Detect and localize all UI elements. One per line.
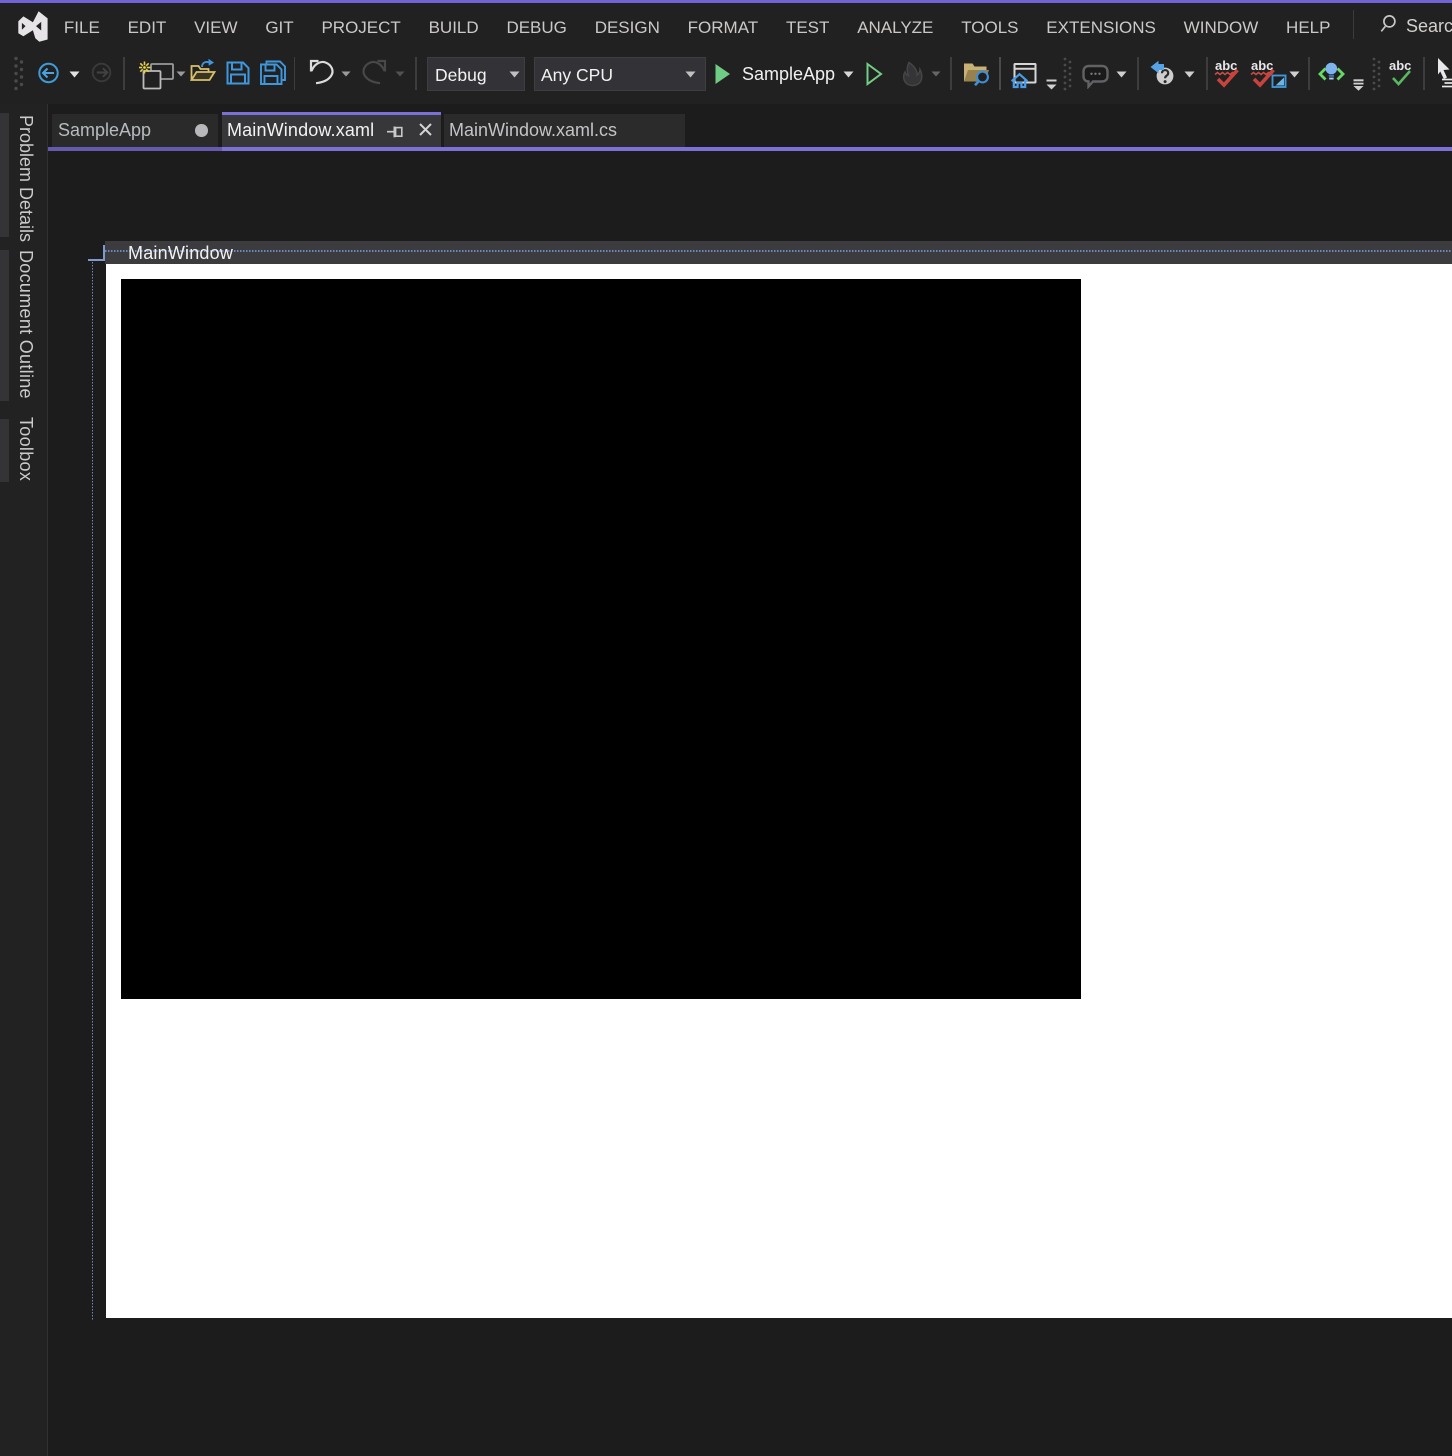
- svg-text:abc: abc: [1389, 58, 1411, 73]
- svg-text:abc: abc: [1215, 58, 1237, 73]
- svg-text:abc: abc: [1251, 58, 1273, 73]
